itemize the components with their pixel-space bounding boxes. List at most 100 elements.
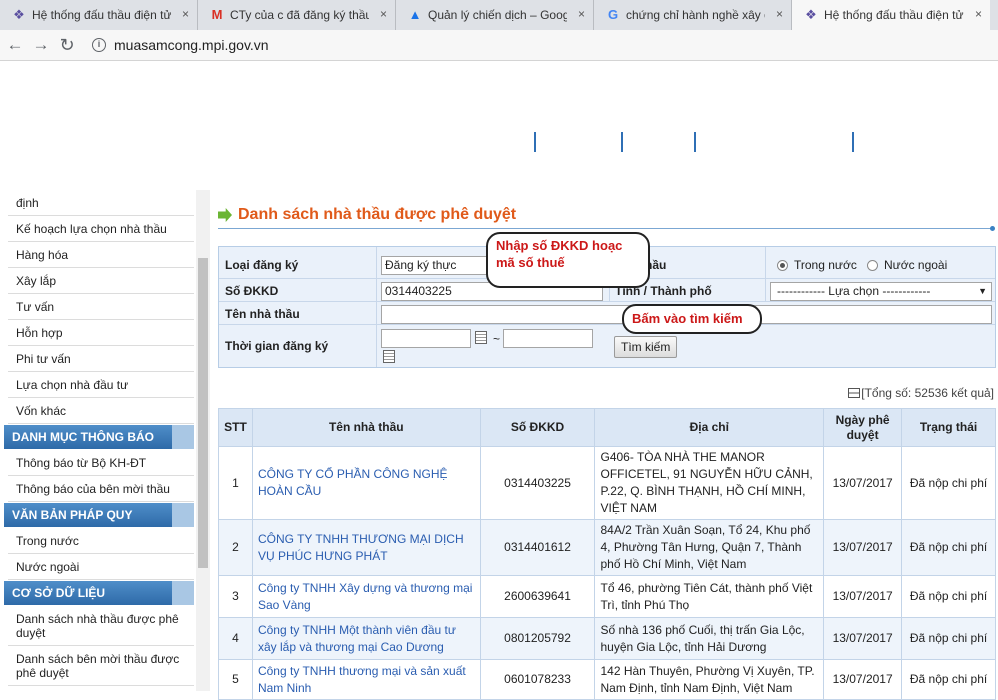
cell-date: 13/07/2017 [823, 659, 903, 700]
browser-tab[interactable]: Gchứng chỉ hành nghề xây dựng × [594, 0, 792, 30]
header-separator [534, 132, 536, 152]
sidebar-item[interactable]: Phi tư vấn [8, 346, 194, 372]
column-header: Trạng thái [901, 408, 996, 447]
close-icon[interactable]: × [975, 7, 982, 21]
table-row: 2 CÔNG TY TNHH THƯƠNG MẠI DỊCH VỤ PHÚC HƯ… [218, 519, 996, 576]
cell-dkkd: 0801205792 [479, 617, 596, 660]
sidebar-item[interactable]: Xây lắp [8, 268, 194, 294]
chevron-down-icon: ▼ [978, 286, 987, 296]
sidebar-item[interactable]: Thông báo từ Bộ KH-ĐT [8, 450, 194, 476]
table-row: 3 Công ty TNHH Xây dựng và thương mại Sao… [218, 575, 996, 618]
browser-tab[interactable]: ❖ Hệ thống đấu thầu điện tử × [792, 0, 990, 30]
cell-address: 142 Hàn Thuyên, Phường Vị Xuyên, TP. Nam… [594, 659, 825, 700]
cell-status: Đã nộp chi phí [901, 659, 996, 700]
table-row: 1 CÔNG TY CỔ PHẦN CÔNG NGHỆ HOÀN CẦU 03144… [218, 446, 996, 520]
date-from-input[interactable] [381, 329, 471, 348]
print-icon[interactable] [848, 388, 861, 398]
cell-stt: 1 [218, 446, 253, 520]
contractor-name-link[interactable]: CÔNG TY TNHH THƯƠNG MẠI DỊCH VỤ PHÚC HƯN… [251, 519, 481, 576]
sidebar-item[interactable]: Vốn khác [8, 398, 194, 424]
browser-tab-strip: ❖ Hệ thống đấu thầu điện tử × M CTy của c đã… [0, 0, 998, 30]
tab-favicon-icon: ▲ [408, 7, 422, 22]
sidebar-item[interactable]: Hỗn hợp [8, 320, 194, 346]
form-row-divider [219, 324, 995, 325]
column-header: Số ĐKKD [479, 408, 596, 447]
cell-address: Tổ 46, phường Tiên Cát, thành phố Việt T… [594, 575, 825, 618]
table-row: 5 Công ty TNHH thương mại và sản xuất Nam… [218, 659, 996, 700]
cell-dkkd: 0314401612 [479, 519, 596, 576]
results-table-body: 1 CÔNG TY CỔ PHẦN CÔNG NGHỆ HOÀN CẦU 03144… [218, 446, 996, 700]
contractor-name-link[interactable]: Công ty TNHH thương mại và sản xuất Nam … [251, 659, 481, 700]
sidebar-section-header[interactable]: DANH MỤC THÔNG BÁO [4, 425, 194, 449]
search-button[interactable]: Tìm kiếm [614, 336, 678, 358]
radio-nuoc-ngoai[interactable]: Nước ngoài [867, 258, 947, 272]
forward-icon[interactable]: → [28, 35, 54, 55]
sidebar-item[interactable]: Kế hoạch lựa chọn nhà thầu [8, 216, 194, 242]
column-header: STT [218, 408, 253, 447]
cell-status: Đã nộp chi phí [901, 575, 996, 618]
contractor-name-link[interactable]: Công ty TNHH Xây dựng và thương mại Sao … [251, 575, 481, 618]
close-icon[interactable]: × [578, 7, 585, 21]
browser-tab[interactable]: ❖ Hệ thống đấu thầu điện tử × [0, 0, 198, 30]
sidebar-scrollbar-thumb[interactable] [198, 258, 208, 568]
table-header-row: STT Tên nhà thầu Số ĐKKD Địa chỉ Ngày ph… [218, 408, 996, 447]
calendar-icon[interactable] [475, 331, 487, 344]
browser-tab[interactable]: ▲ Quản lý chiến dịch – Google × [396, 0, 594, 30]
back-icon[interactable]: ← [2, 35, 28, 55]
cell-date: 13/07/2017 [823, 617, 903, 660]
close-icon[interactable]: × [380, 7, 387, 21]
annotation-bubble: Bấm vào tìm kiếm [622, 304, 762, 334]
cell-dkkd: 0314403225 [479, 446, 596, 520]
result-count: [Tổng số: 52536 kết quả] [218, 386, 994, 400]
sidebar-item[interactable]: Lựa chọn nhà đầu tư [8, 372, 194, 398]
sidebar-item[interactable]: Danh sách nhà thầu được phê duyệt [8, 606, 194, 646]
url-text[interactable]: muasamcong.mpi.gov.vn [114, 37, 269, 53]
contractor-name-link[interactable]: Công ty TNHH Một thành viên đầu tư xây l… [251, 617, 481, 660]
sidebar-item[interactable]: định [8, 190, 194, 216]
browser-tab[interactable]: M CTy của c đã đăng ký thầu × [198, 0, 396, 30]
sidebar-section-header[interactable]: CƠ SỞ DỮ LIỆU [4, 581, 194, 605]
radio-unchecked-icon[interactable] [867, 260, 878, 272]
cell-address: G406- TÒA NHÀ THE MANOR OFFICETEL, 91 NG… [594, 446, 825, 520]
cell-stt: 4 [218, 617, 253, 660]
sidebar: định Kế hoạch lựa chọn nhà thầu Hàng hóa Xâ… [0, 190, 210, 691]
page-title: Danh sách nhà thầu được phê duyệt [218, 206, 516, 224]
results-table: STT Tên nhà thầu Số ĐKKD Địa chỉ Ngày ph… [218, 408, 996, 700]
tinh-thanh-pho-select[interactable]: ------------ Lựa chọn ------------ ▼ [770, 282, 992, 301]
ten-nha-thau-label: Tên nhà thầu [225, 307, 300, 321]
column-header: Ngày phê duyệt [823, 408, 903, 447]
close-icon[interactable]: × [182, 7, 189, 21]
cell-date: 13/07/2017 [823, 446, 903, 520]
site-info-icon[interactable]: i [92, 38, 106, 52]
cell-date: 13/07/2017 [823, 575, 903, 618]
cell-stt: 2 [218, 519, 253, 576]
column-header: Tên nhà thầu [251, 408, 481, 447]
sidebar-item[interactable]: Danh sách bên mời thầu được phê duyệt [8, 646, 194, 686]
thoi-gian-dang-ky-label: Thời gian đăng ký [225, 339, 329, 353]
date-separator: ~ [493, 332, 501, 346]
date-to-input[interactable] [503, 329, 593, 348]
radio-checked-icon[interactable] [777, 260, 788, 272]
tab-title: Hệ thống đấu thầu điện tử [824, 8, 964, 22]
radio-trong-nuoc[interactable]: Trong nước [777, 258, 857, 272]
reload-icon[interactable]: ↻ [54, 35, 80, 56]
sidebar-item[interactable]: Thông báo của bên mời thầu [8, 476, 194, 502]
sidebar-item[interactable]: Nước ngoài [8, 554, 194, 580]
sidebar-item[interactable]: Trong nước [8, 528, 194, 554]
sidebar-item[interactable]: Hàng hóa [8, 242, 194, 268]
contractor-name-link[interactable]: CÔNG TY CỔ PHẦN CÔNG NGHỆ HOÀN CẦU [251, 446, 481, 520]
close-icon[interactable]: × [776, 7, 783, 21]
cell-dkkd: 2600639641 [479, 575, 596, 618]
tab-title: Quản lý chiến dịch – Google [428, 8, 567, 22]
column-header: Địa chỉ [594, 408, 825, 447]
title-divider-dot [990, 226, 995, 231]
cell-status: Đã nộp chi phí [901, 446, 996, 520]
sidebar-item[interactable]: Tư vấn [8, 294, 194, 320]
tab-title: CTy của c đã đăng ký thầu [230, 8, 369, 22]
calendar-icon[interactable] [383, 350, 395, 363]
sidebar-section-header[interactable]: VĂN BẢN PHÁP QUY [4, 503, 194, 527]
address-bar[interactable]: i muasamcong.mpi.gov.vn [92, 37, 269, 53]
header-separator [621, 132, 623, 152]
cell-dkkd: 0601078233 [479, 659, 596, 700]
so-dkkd-label: Số ĐKKD [225, 284, 279, 298]
